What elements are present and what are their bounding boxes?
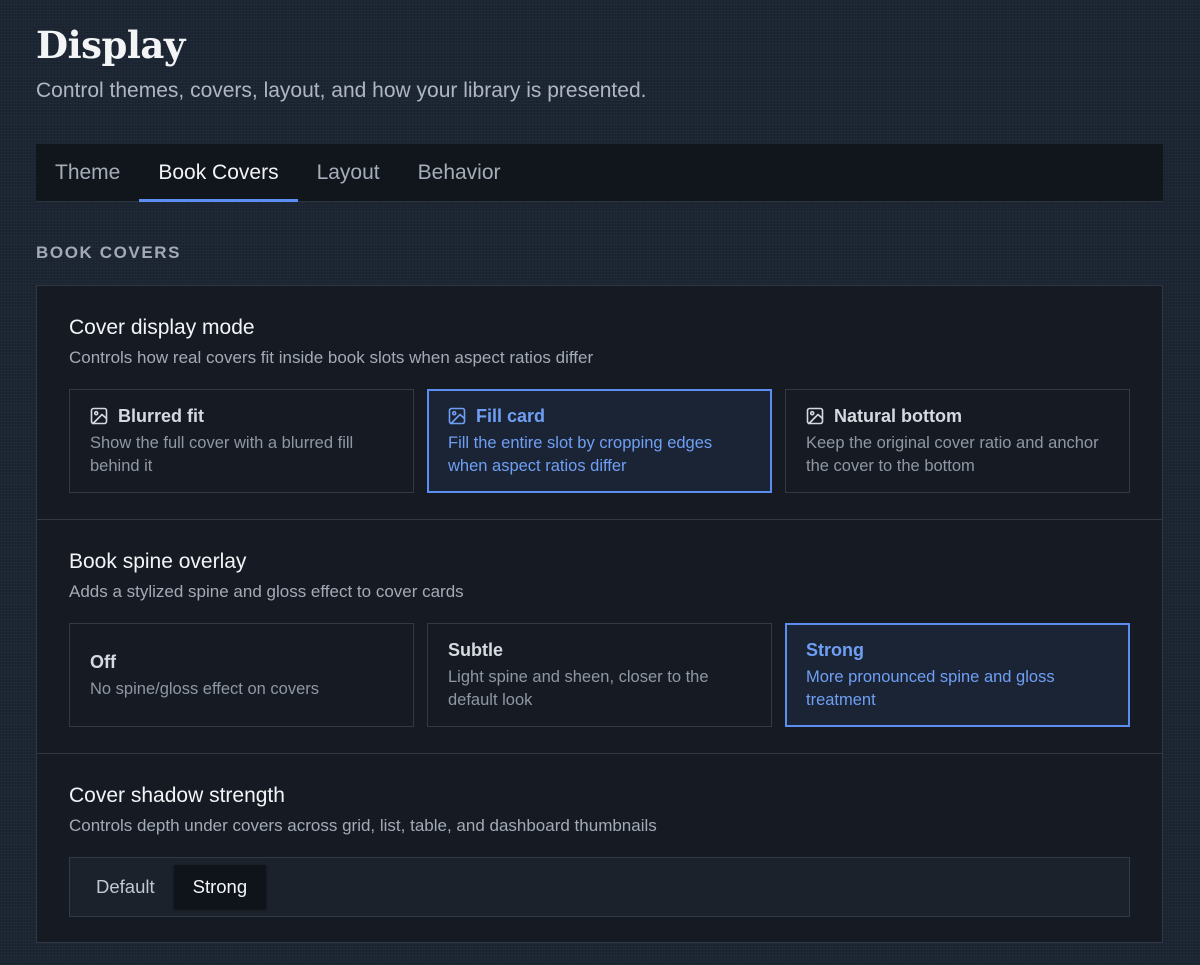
setting-description: Controls how real covers fit inside book… (69, 348, 594, 367)
option-label: Natural bottom (834, 405, 962, 426)
section-heading: BOOK COVERS (36, 243, 182, 262)
option-description: Fill the entire slot by cropping edges w… (448, 434, 713, 475)
option-natural-bottom[interactable]: Natural bottom Keep the original cover r… (785, 389, 1130, 493)
option-description: Keep the original cover ratio and anchor… (806, 434, 1099, 475)
option-off[interactable]: Off No spine/gloss effect on covers (69, 623, 414, 727)
tab-book-covers[interactable]: Book Covers (139, 144, 298, 202)
book-spine-overlay-options: Off No spine/gloss effect on covers Subt… (69, 623, 1130, 727)
option-description: Light spine and sheen, closer to the def… (448, 668, 709, 709)
image-icon (90, 407, 108, 425)
shadow-strength-segmented-control: Default Strong (69, 857, 1130, 917)
settings-tab-bar: Theme Book Covers Layout Behavior (36, 144, 1163, 202)
book-spine-overlay-setting: Book spine overlay Adds a stylized spine… (37, 520, 1162, 754)
tab-behavior[interactable]: Behavior (399, 144, 520, 201)
option-description: Show the full cover with a blurred fill … (90, 434, 354, 475)
option-label: Fill card (476, 405, 546, 426)
option-label: Strong (806, 639, 864, 660)
page-title: Display (36, 23, 185, 67)
option-description: No spine/gloss effect on covers (90, 680, 319, 698)
setting-title: Cover display mode (69, 316, 255, 339)
image-icon (448, 407, 466, 425)
setting-title: Book spine overlay (69, 550, 247, 573)
tab-layout[interactable]: Layout (298, 144, 399, 201)
cover-display-mode-options: Blurred fit Show the full cover with a b… (69, 389, 1130, 493)
segment-default[interactable]: Default (77, 865, 174, 909)
image-icon (806, 407, 824, 425)
cover-display-mode-setting: Cover display mode Controls how real cov… (37, 286, 1162, 520)
setting-title: Cover shadow strength (69, 784, 285, 807)
tab-theme[interactable]: Theme (36, 144, 139, 201)
setting-description: Adds a stylized spine and gloss effect t… (69, 582, 464, 601)
option-subtle[interactable]: Subtle Light spine and sheen, closer to … (427, 623, 772, 727)
cover-shadow-strength-setting: Cover shadow strength Controls depth und… (37, 754, 1162, 942)
option-strong[interactable]: Strong More pronounced spine and gloss t… (785, 623, 1130, 727)
option-description: More pronounced spine and gloss treatmen… (806, 668, 1055, 709)
book-covers-settings-panel: Cover display mode Controls how real cov… (36, 285, 1163, 943)
setting-description: Controls depth under covers across grid,… (69, 816, 657, 835)
option-label: Subtle (448, 639, 504, 660)
segment-strong[interactable]: Strong (173, 865, 267, 909)
option-label: Blurred fit (118, 405, 205, 426)
option-fill-card[interactable]: Fill card Fill the entire slot by croppi… (427, 389, 772, 493)
page-subtitle: Control themes, covers, layout, and how … (36, 79, 647, 102)
option-label: Off (90, 651, 116, 672)
option-blurred-fit[interactable]: Blurred fit Show the full cover with a b… (69, 389, 414, 493)
